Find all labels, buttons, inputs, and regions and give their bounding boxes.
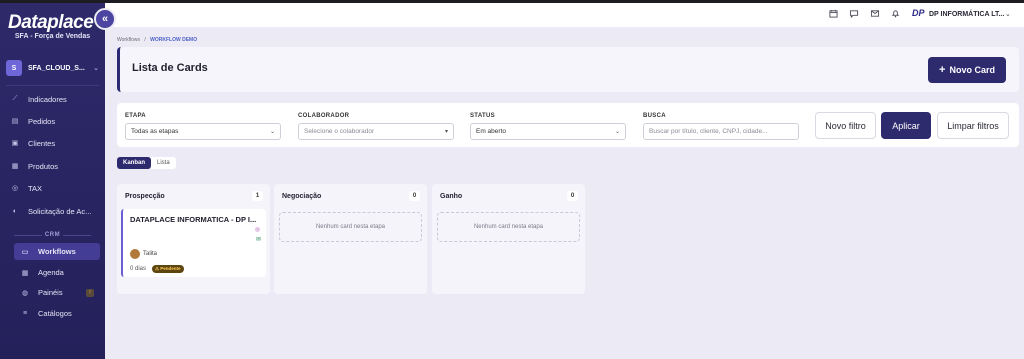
new-filter-button[interactable]: Novo filtro: [815, 112, 876, 139]
calendar-icon[interactable]: [829, 9, 838, 20]
sidebar-item-tax[interactable]: ◎ TAX: [10, 180, 100, 196]
etapa-select[interactable]: Todas as etapas ⌄: [125, 123, 281, 140]
chevron-down-icon: ⌄: [269, 129, 275, 135]
account-selector[interactable]: S SFA_CLOUD_S... ⌄: [6, 57, 99, 79]
caret-down-icon: ▾: [444, 129, 448, 135]
chat-icon[interactable]: [849, 9, 859, 20]
empty-state: Nenhum card nesta etapa: [437, 212, 580, 242]
sidebar-item-paineis[interactable]: ◍ Painéis !: [14, 284, 100, 301]
colaborador-select[interactable]: Selecione o colaborador ▾: [298, 123, 454, 140]
document-icon: ▤: [11, 118, 19, 125]
chart-icon: ⟋: [12, 95, 18, 102]
search-placeholder: Buscar por título, cliente, CNPJ, cidade…: [649, 128, 768, 135]
sidebar-item-label: Produtos: [28, 161, 59, 171]
kanban-card[interactable]: DATAPLACE INFORMATICA - DP I... ✉ Talita…: [121, 209, 266, 277]
sidebar-item-produtos[interactable]: ▦ Produtos: [10, 158, 100, 174]
column-title: Prospecção: [125, 193, 165, 200]
topbar: DP DP INFORMÁTICA LT... ⌄: [105, 3, 1024, 27]
clear-filters-button[interactable]: Limpar filtros: [937, 112, 1009, 139]
sidebar-item-solicitacao[interactable]: ◐ Solicitação de Ac...: [10, 203, 100, 219]
bell-icon[interactable]: [891, 9, 900, 20]
page-header: Lista de Cards: [117, 47, 1019, 92]
new-card-label: Novo Card: [949, 65, 995, 75]
tab-kanban[interactable]: Kanban: [117, 157, 152, 169]
sidebar-item-label: Solicitação de Ac...: [28, 206, 92, 216]
sidebar-item-label: TAX: [28, 183, 43, 193]
sidebar-item-agenda[interactable]: ▦ Agenda: [14, 264, 100, 281]
plus-icon: +: [939, 64, 946, 76]
products-icon: ▦: [11, 163, 19, 170]
status-select[interactable]: Em aberto ⌄: [470, 123, 626, 140]
company-logo: DP: [912, 8, 925, 18]
avatar: [130, 249, 140, 259]
sidebar-item-label: Painéis: [38, 288, 63, 297]
account-name: SFA_CLOUD_S...: [28, 64, 85, 72]
sidebar-item-label: Clientes: [28, 138, 56, 148]
card-user: Talita: [143, 251, 158, 257]
busca-label: BUSCA: [643, 113, 666, 119]
kanban-column-ganho: Ganho 0 Nenhum card nesta etapa: [432, 184, 585, 294]
panels-icon: ◍: [21, 289, 29, 297]
search-input[interactable]: Buscar por título, cliente, CNPJ, cidade…: [643, 123, 799, 140]
column-count: 0: [409, 191, 420, 201]
column-title: Ganho: [440, 193, 463, 200]
sidebar-item-workflows[interactable]: ▭ Workflows: [14, 243, 100, 260]
shield-icon: ◐: [12, 207, 18, 215]
brand-subtitle: SFA - Força de Vendas: [14, 33, 91, 40]
sidebar-item-label: Indicadores: [28, 94, 67, 104]
breadcrumb-root[interactable]: Workflows: [117, 37, 140, 43]
etapa-label: ETAPA: [125, 113, 146, 119]
mail-icon[interactable]: [870, 9, 880, 20]
mail-icon: ✉: [255, 237, 261, 243]
column-count: 1: [252, 191, 263, 201]
sidebar-item-catalogos[interactable]: ≡ Catálogos: [14, 305, 100, 322]
sidebar-item-clientes[interactable]: ▣ Clientes: [10, 135, 100, 151]
card-title: DATAPLACE INFORMATICA - DP I...: [130, 215, 257, 224]
list-icon: ≡: [22, 310, 28, 317]
status-dot-icon: [255, 227, 260, 232]
apply-button[interactable]: Aplicar: [881, 112, 931, 139]
empty-state: Nenhum card nesta etapa: [279, 212, 422, 242]
column-count: 0: [567, 191, 578, 201]
company-name[interactable]: DP INFORMÁTICA LT...: [929, 11, 1004, 18]
breadcrumb-current: WORKFLOW DEMO: [150, 37, 198, 43]
collapse-sidebar-button[interactable]: «: [94, 8, 116, 30]
page-title: Lista de Cards: [132, 62, 208, 74]
chevron-down-icon[interactable]: ⌄: [1005, 10, 1011, 18]
sidebar-item-label: Agenda: [38, 268, 64, 277]
kanban-column-prospeccao: Prospecção 1 DATAPLACE INFORMATICA - DP …: [117, 184, 270, 294]
view-toggle: Kanban Lista: [117, 157, 176, 169]
status-badge: ⚠ Pendente: [152, 265, 184, 273]
breadcrumb: Workflows / WORKFLOW DEMO: [117, 37, 197, 43]
colaborador-label: COLABORADOR: [298, 113, 350, 119]
sidebar-item-pedidos[interactable]: ▤ Pedidos: [10, 113, 100, 129]
status-label: STATUS: [470, 113, 495, 119]
tab-lista[interactable]: Lista: [151, 157, 176, 169]
card-days: 0 dias: [130, 266, 147, 272]
new-card-button[interactable]: + Novo Card: [928, 57, 1006, 83]
sidebar: Dataplace SFA - Força de Vendas S SFA_CL…: [0, 3, 105, 359]
section-label-crm: CRM: [0, 232, 105, 238]
clients-icon: ▣: [11, 140, 19, 147]
colaborador-placeholder: Selecione o colaborador: [304, 128, 375, 135]
status-value: Em aberto: [476, 128, 506, 135]
chevron-down-icon: ⌄: [93, 65, 99, 72]
sidebar-item-label: Catálogos: [38, 309, 72, 318]
alert-badge: !: [86, 288, 94, 297]
sidebar-item-indicadores[interactable]: ⟋ Indicadores: [10, 91, 100, 107]
sidebar-item-label: Workflows: [38, 247, 76, 256]
brand-logo[interactable]: Dataplace: [8, 12, 94, 34]
breadcrumb-separator: /: [144, 37, 146, 43]
workflow-icon: ▭: [21, 248, 29, 256]
sidebar-item-label: Pedidos: [28, 116, 56, 126]
calendar-icon: ▦: [21, 269, 29, 277]
kanban-column-negociacao: Negociação 0 Nenhum card nesta etapa: [274, 184, 427, 294]
divider: [6, 85, 99, 86]
column-title: Negociação: [282, 193, 322, 200]
etapa-value: Todas as etapas: [131, 128, 179, 135]
globe-icon: ◎: [11, 185, 19, 192]
chevron-down-icon: ⌄: [614, 129, 620, 135]
account-avatar: S: [6, 60, 22, 76]
